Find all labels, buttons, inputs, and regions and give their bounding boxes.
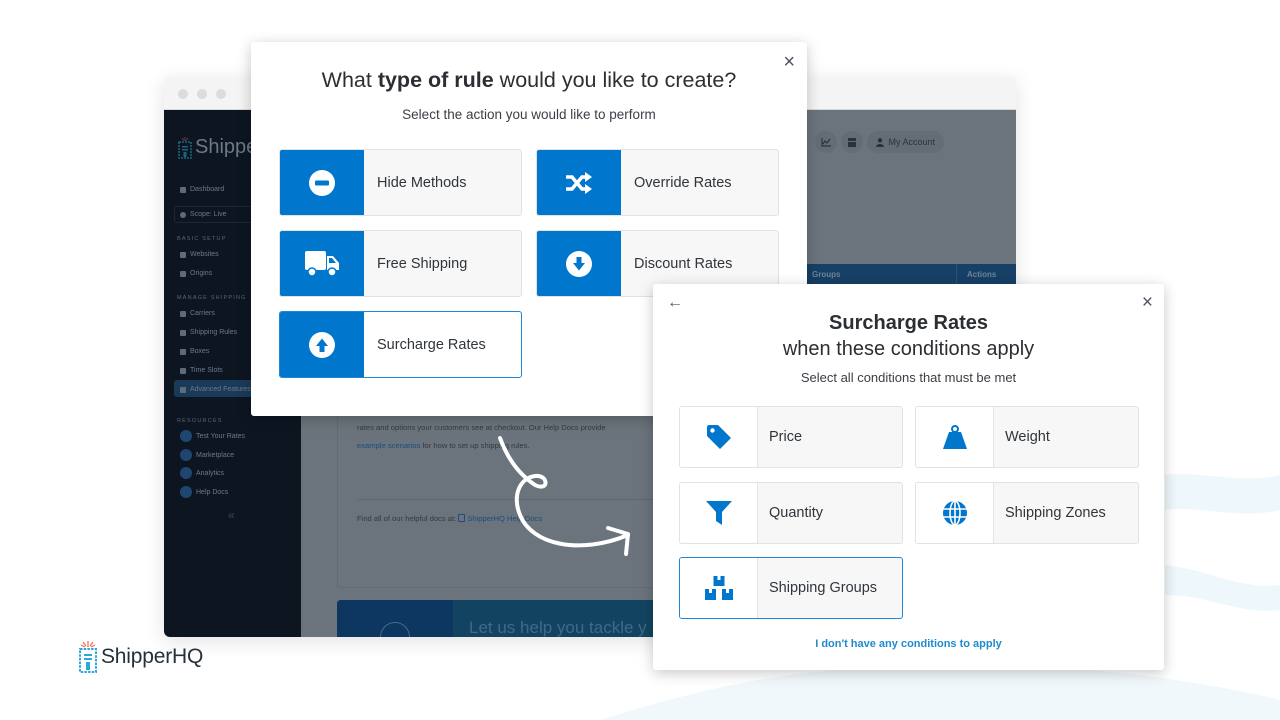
sidebar-item-dashboard[interactable]: Dashboard — [180, 186, 224, 193]
sidebar-item-websites[interactable]: Websites — [180, 251, 219, 258]
condition-shipping-groups[interactable]: Shipping Groups — [679, 557, 903, 619]
user-icon — [876, 137, 885, 147]
sidebar-item-advanced-features[interactable]: Advanced Features — [180, 386, 251, 393]
chart-line-icon — [821, 137, 832, 147]
conditions-modal-subtitle: Select all conditions that must be met — [800, 370, 1017, 385]
sidebar-item-analytics[interactable]: Analytics — [180, 467, 224, 479]
filter-icon — [705, 501, 732, 525]
option-surcharge-rates[interactable]: Surcharge Rates — [279, 311, 522, 378]
arrow-up-circle-icon — [309, 331, 335, 358]
store-icon — [848, 137, 857, 147]
grid-icon — [180, 386, 186, 393]
sidebar-item-marketplace[interactable]: Marketplace — [180, 449, 234, 461]
info-card-divider — [357, 499, 657, 500]
sidebar-item-test-your-rates[interactable]: Test Your Rates — [180, 430, 245, 442]
condition-label: Shipping Zones — [1005, 505, 1106, 521]
shuffle-icon — [566, 171, 592, 194]
calculator-icon — [180, 430, 192, 442]
topbar-actions: My Account — [815, 131, 944, 153]
window-close-dot[interactable] — [178, 89, 188, 99]
condition-quantity[interactable]: Quantity — [679, 482, 903, 544]
conditions-modal-title-line2: when these conditions apply — [782, 338, 1035, 360]
my-account-button[interactable]: My Account — [867, 131, 944, 153]
sidebar-item-time-slots[interactable]: Time Slots — [180, 367, 223, 374]
boxes-icon — [180, 348, 186, 355]
rule-type-modal-title: What type of rule would you like to crea… — [321, 68, 737, 92]
globe-icon — [942, 500, 967, 526]
marketplace-button[interactable] — [841, 131, 864, 153]
cursor-icon — [180, 251, 186, 258]
sidebar-item-boxes[interactable]: Boxes — [180, 348, 209, 355]
table-icon — [180, 329, 186, 336]
shipperhq-logo-icon — [178, 136, 192, 159]
option-label: Hide Methods — [377, 174, 467, 191]
condition-shipping-zones[interactable]: Shipping Zones — [915, 482, 1139, 544]
brand-name: ShipperHQ — [101, 645, 204, 668]
chart-icon — [180, 467, 192, 479]
condition-price[interactable]: Price — [679, 406, 903, 468]
rule-type-modal-subtitle: Select the action you would like to perf… — [402, 107, 656, 122]
home-icon — [180, 186, 186, 193]
back-arrow-icon[interactable]: ← — [667, 294, 683, 312]
option-label: Override Rates — [634, 174, 732, 191]
conditions-modal-title: Surcharge Rates — [829, 312, 988, 334]
book-icon — [458, 514, 466, 522]
condition-label: Weight — [1005, 429, 1050, 445]
weight-icon — [942, 425, 967, 449]
tag-icon — [706, 425, 731, 449]
option-label: Free Shipping — [377, 255, 468, 272]
minus-circle-icon — [309, 169, 335, 196]
shipperhq-logo-icon — [79, 641, 97, 673]
condition-weight[interactable]: Weight — [915, 406, 1139, 468]
window-maximize-dot[interactable] — [216, 89, 226, 99]
option-label: Surcharge Rates — [377, 336, 486, 353]
option-hide-methods[interactable]: Hide Methods — [279, 149, 522, 216]
help-docs-link[interactable]: ShipperHQ Help Docs — [458, 514, 542, 523]
condition-label: Price — [769, 429, 803, 445]
warehouse-icon — [180, 270, 186, 277]
column-header-groups: Groups — [812, 270, 841, 279]
collapse-sidebar-icon[interactable]: « — [228, 508, 235, 522]
store-icon — [180, 449, 192, 461]
globe-icon — [180, 211, 186, 218]
help-banner-text: Let us help you tackle y — [469, 618, 647, 637]
analytics-button[interactable] — [815, 131, 838, 153]
no-conditions-link[interactable]: I don't have any conditions to apply — [653, 638, 1164, 650]
boxes-icon — [704, 576, 733, 600]
sidebar-item-help-docs[interactable]: Help Docs — [180, 486, 228, 498]
window-minimize-dot[interactable] — [197, 89, 207, 99]
truck-icon — [180, 310, 186, 317]
option-override-rates[interactable]: Override Rates — [536, 149, 779, 216]
sidebar-item-carriers[interactable]: Carriers — [180, 310, 215, 317]
option-free-shipping[interactable]: Free Shipping — [279, 230, 522, 297]
book-icon — [180, 486, 192, 498]
condition-label: Shipping Groups — [769, 580, 878, 596]
column-header-actions: Actions — [967, 270, 997, 279]
calendar-icon — [180, 367, 186, 374]
sidebar-item-shipping-rules[interactable]: Shipping Rules — [180, 329, 237, 336]
arrow-down-circle-icon — [566, 250, 592, 277]
example-scenarios-link[interactable]: example scenarios — [357, 441, 420, 450]
sidebar-section-resources: RESOURCES — [177, 418, 223, 424]
shipperhq-brand-logo: ShipperHQ — [78, 640, 203, 674]
find-docs-line: Find all of our helpful docs at: Shipper… — [357, 514, 543, 523]
sidebar-section-basic-setup: BASIC SETUP — [177, 236, 227, 242]
conditions-modal: ← × Surcharge Rates when these condition… — [653, 284, 1164, 670]
sidebar-section-manage-shipping: MANAGE SHIPPING — [177, 295, 247, 301]
sidebar-item-origins[interactable]: Origins — [180, 270, 212, 277]
sidebar-item-scope[interactable]: Scope: Live — [180, 211, 227, 218]
column-divider — [956, 264, 957, 286]
condition-label: Quantity — [769, 505, 823, 521]
close-icon[interactable]: × — [1142, 292, 1153, 314]
truck-icon — [305, 250, 339, 277]
